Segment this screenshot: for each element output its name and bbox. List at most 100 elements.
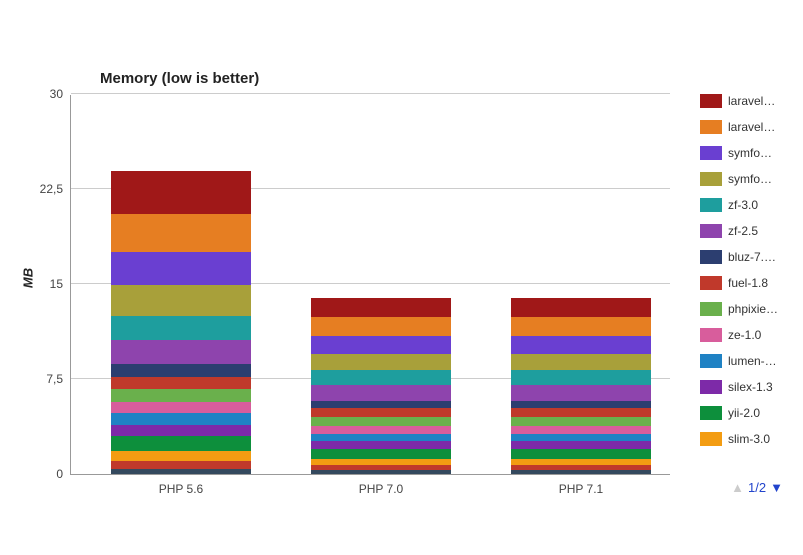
- bar-segment[interactable]: [111, 461, 251, 469]
- legend-swatch: [700, 94, 722, 108]
- y-tick-label: 30: [50, 87, 63, 101]
- legend-label: laravel…: [728, 120, 788, 134]
- y-tick-label: 7,5: [46, 372, 63, 386]
- legend-swatch: [700, 354, 722, 368]
- bar-segment[interactable]: [511, 385, 651, 400]
- legend-item[interactable]: ze-1.0: [700, 324, 795, 346]
- legend-item[interactable]: zf-2.5: [700, 220, 795, 242]
- bar-segment[interactable]: [111, 171, 251, 214]
- bar-segment[interactable]: [111, 413, 251, 424]
- legend-swatch: [700, 328, 722, 342]
- chart-container: Memory (low is better) MB 07,51522,530PH…: [0, 0, 803, 555]
- bar-segment[interactable]: [311, 441, 451, 449]
- bar-segment[interactable]: [511, 354, 651, 370]
- legend-swatch: [700, 432, 722, 446]
- bar-segment[interactable]: [111, 425, 251, 436]
- bar-segment[interactable]: [511, 441, 651, 449]
- bar-segment[interactable]: [511, 408, 651, 417]
- y-tick-label: 0: [56, 467, 63, 481]
- bar-segment[interactable]: [111, 340, 251, 364]
- bar-segment[interactable]: [311, 401, 451, 409]
- pager-prev-icon: ▲: [731, 480, 744, 495]
- legend-swatch: [700, 250, 722, 264]
- bar-segment[interactable]: [111, 214, 251, 252]
- bar-segment[interactable]: [311, 317, 451, 336]
- gridline: [71, 93, 670, 94]
- y-tick-label: 15: [50, 277, 63, 291]
- x-tick-label: PHP 7.0: [311, 482, 451, 496]
- legend-label: slim-3.0: [728, 432, 788, 446]
- bar-segment[interactable]: [111, 402, 251, 413]
- legend-item[interactable]: phpixie…: [700, 298, 795, 320]
- chart-title: Memory (low is better): [100, 70, 259, 87]
- bar-segment[interactable]: [511, 370, 651, 385]
- legend-swatch: [700, 276, 722, 290]
- bar-segment[interactable]: [511, 470, 651, 474]
- bar-segment[interactable]: [111, 451, 251, 461]
- bar-segment[interactable]: [311, 408, 451, 417]
- legend-label: zf-2.5: [728, 224, 788, 238]
- bar-segment[interactable]: [311, 449, 451, 459]
- bar-segment[interactable]: [111, 377, 251, 390]
- bar-segment[interactable]: [311, 434, 451, 442]
- bar-segment[interactable]: [111, 252, 251, 285]
- legend-swatch: [700, 302, 722, 316]
- bar-segment[interactable]: [311, 336, 451, 354]
- pager-page[interactable]: 1/2: [748, 480, 766, 495]
- y-axis-label: MB: [21, 267, 36, 287]
- bar-segment[interactable]: [111, 316, 251, 340]
- bar-segment[interactable]: [511, 401, 651, 409]
- legend-item[interactable]: silex-1.3: [700, 376, 795, 398]
- bar-segment[interactable]: [111, 436, 251, 451]
- legend-pager: ▲ 1/2 ▼: [731, 480, 783, 495]
- bar-segment[interactable]: [311, 417, 451, 426]
- legend-item[interactable]: symfo…: [700, 142, 795, 164]
- bar-segment[interactable]: [511, 426, 651, 434]
- bar-segment[interactable]: [311, 385, 451, 400]
- legend-item[interactable]: lumen-…: [700, 350, 795, 372]
- legend-item[interactable]: symfo…: [700, 168, 795, 190]
- legend-label: lumen-…: [728, 354, 788, 368]
- legend-swatch: [700, 380, 722, 394]
- legend-swatch: [700, 198, 722, 212]
- bar-segment[interactable]: [311, 298, 451, 317]
- legend-item[interactable]: laravel…: [700, 116, 795, 138]
- bar-segment[interactable]: [111, 389, 251, 402]
- bar-stack: [311, 298, 451, 474]
- bar-segment[interactable]: [311, 426, 451, 434]
- legend-swatch: [700, 172, 722, 186]
- legend-item[interactable]: bluz-7.…: [700, 246, 795, 268]
- bar-segment[interactable]: [311, 470, 451, 474]
- bar-segment[interactable]: [511, 434, 651, 442]
- legend-label: ze-1.0: [728, 328, 788, 342]
- legend-swatch: [700, 224, 722, 238]
- bar-segment[interactable]: [511, 449, 651, 459]
- x-tick-label: PHP 7.1: [511, 482, 651, 496]
- y-tick-label: 22,5: [40, 182, 63, 196]
- bar-stack: [511, 298, 651, 474]
- bar-segment[interactable]: [511, 298, 651, 317]
- bar-stack: [111, 171, 251, 474]
- bar-segment[interactable]: [511, 336, 651, 354]
- legend-swatch: [700, 406, 722, 420]
- bar-segment[interactable]: [311, 354, 451, 370]
- bar-segment[interactable]: [111, 285, 251, 315]
- bar-segment[interactable]: [311, 370, 451, 385]
- legend-item[interactable]: slim-3.0: [700, 428, 795, 450]
- legend-item[interactable]: laravel…: [700, 90, 795, 112]
- bar-segment[interactable]: [111, 364, 251, 377]
- legend-item[interactable]: zf-3.0: [700, 194, 795, 216]
- bar-segment[interactable]: [511, 417, 651, 426]
- legend-item[interactable]: yii-2.0: [700, 402, 795, 424]
- legend-item[interactable]: fuel-1.8: [700, 272, 795, 294]
- bar-segment[interactable]: [511, 317, 651, 336]
- pager-next-icon[interactable]: ▼: [770, 480, 783, 495]
- plot-area: 07,51522,530PHP 5.6PHP 7.0PHP 7.1: [70, 95, 670, 475]
- legend: laravel… laravel… symfo… symfo… zf-3.0 zf-2.5…: [700, 90, 795, 454]
- legend-swatch: [700, 146, 722, 160]
- legend-label: zf-3.0: [728, 198, 788, 212]
- legend-label: bluz-7.…: [728, 250, 788, 264]
- legend-label: symfo…: [728, 172, 788, 186]
- bar-segment[interactable]: [111, 469, 251, 474]
- legend-label: yii-2.0: [728, 406, 788, 420]
